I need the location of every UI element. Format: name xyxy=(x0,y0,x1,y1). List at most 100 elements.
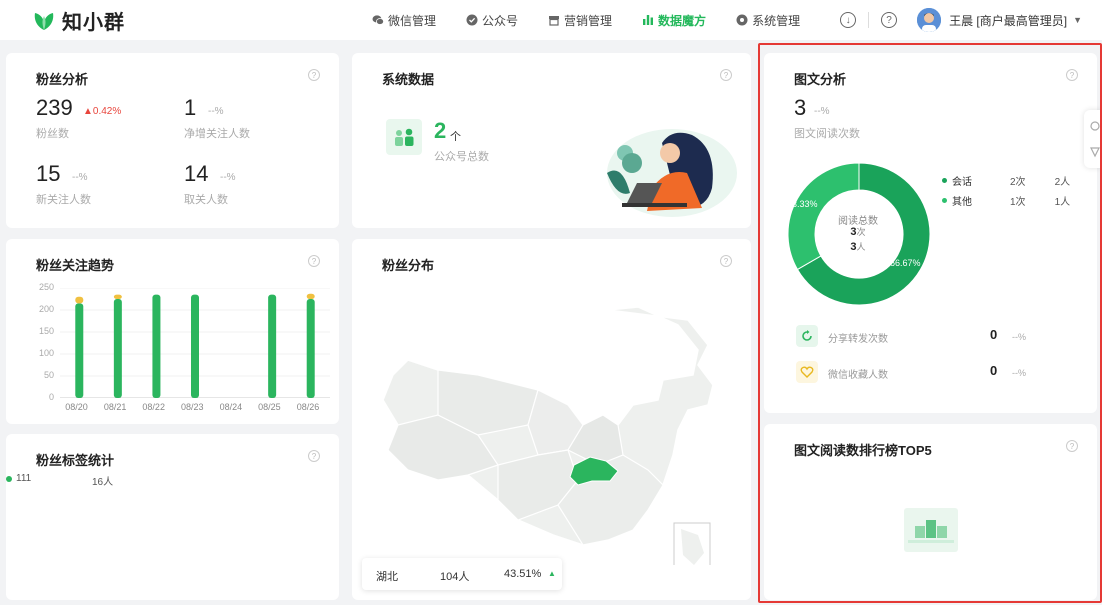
help-icon[interactable]: ? xyxy=(308,255,320,267)
trend-bar[interactable] xyxy=(306,293,315,299)
trend-bar[interactable] xyxy=(113,294,122,299)
new-follow-delta: --% xyxy=(72,172,88,183)
legend-item-other[interactable]: 其他 1次 1人 xyxy=(942,193,1070,208)
topbar-actions: ↓ ? 王晨 [商户最高管理员] ▼ xyxy=(840,6,1082,34)
help-icon[interactable]: ? xyxy=(881,12,898,28)
y-tick-label: 0 xyxy=(48,392,54,402)
help-icon[interactable]: ? xyxy=(1066,440,1078,452)
legend-item-session[interactable]: 会话 2次 2人 xyxy=(942,173,1070,188)
download-icon[interactable]: ↓ xyxy=(840,12,857,28)
article-analysis-card: 图文分析 ? 3 --% 图文阅读次数 阅读总数 3次 3人 33.33% 66… xyxy=(764,53,1097,413)
card-title: 粉丝标签统计 xyxy=(36,453,115,468)
x-tick-label: 08/22 xyxy=(142,402,165,412)
region-percent: 43.51% xyxy=(504,568,542,580)
divider xyxy=(868,12,870,28)
nav-label: 系统管理 xyxy=(752,13,801,28)
settings-icon xyxy=(736,14,748,26)
trend-bar[interactable] xyxy=(268,294,277,398)
trend-bar[interactable] xyxy=(191,294,199,398)
donut-label-other: 33.33% xyxy=(787,199,818,209)
y-tick-label: 100 xyxy=(38,348,54,358)
nav-label: 微信管理 xyxy=(388,13,437,28)
nav-data-cube[interactable]: 数据魔方 xyxy=(642,0,706,40)
x-tick-label: 08/21 xyxy=(103,402,127,412)
help-icon[interactable]: ? xyxy=(308,69,320,81)
favorite-label: 微信收藏人数 xyxy=(828,370,888,381)
share-delta: --% xyxy=(1012,332,1026,342)
leaf-logo-icon xyxy=(32,9,56,33)
accounts-icon xyxy=(386,119,422,155)
help-icon[interactable]: ? xyxy=(720,255,732,267)
help-icon[interactable]: ? xyxy=(308,450,320,462)
card-title: 图文分析 xyxy=(794,72,847,87)
tag-name: 111 xyxy=(16,473,32,484)
y-tick-label: 200 xyxy=(38,304,54,314)
avatar[interactable] xyxy=(917,8,942,32)
trend-bar[interactable] xyxy=(75,303,84,398)
trend-bar[interactable] xyxy=(75,296,84,304)
card-title: 系统数据 xyxy=(382,72,435,87)
top-bar: 知小群 微信管理 公众号 营销管理 数据魔方 系统管理 ↓ ? 王晨 [商户最高… xyxy=(0,0,1102,40)
legend-dot xyxy=(942,198,947,203)
china-map[interactable] xyxy=(378,305,718,565)
tag-count: 16人 xyxy=(92,477,114,488)
trend-bar-chart xyxy=(60,288,330,398)
side-float-panel[interactable] xyxy=(1084,110,1102,168)
x-tick-label: 08/23 xyxy=(181,402,204,412)
trend-bar[interactable] xyxy=(113,299,122,398)
region-tooltip: 湖北 104人 43.51% ▲ xyxy=(362,558,562,590)
nav-official-account[interactable]: 公众号 xyxy=(466,0,518,40)
favorite-value: 0 xyxy=(990,363,998,378)
wechat-icon xyxy=(372,15,384,25)
top5-card: 图文阅读数排行榜TOP5 ? xyxy=(764,424,1097,600)
trend-bar[interactable] xyxy=(306,299,315,398)
unfollow-label: 取关人数 xyxy=(184,194,228,206)
legend-times: 2次 xyxy=(1010,177,1026,188)
new-follow-label: 新关注人数 xyxy=(36,194,91,206)
share-icon xyxy=(796,325,818,347)
nav-label: 营销管理 xyxy=(564,13,613,28)
bar-chart-icon xyxy=(643,15,654,25)
nav-wechat[interactable]: 微信管理 xyxy=(372,0,436,40)
chevron-down-icon[interactable]: ▼ xyxy=(1073,15,1082,25)
unfollow-count: 14 xyxy=(184,161,209,186)
y-tick-label: 50 xyxy=(43,370,54,380)
account-count: 2 xyxy=(434,118,447,143)
fans-trend-card: 粉丝关注趋势 ? 250 200 150 100 50 0 08/20 08/21 08/22… xyxy=(6,239,339,424)
tag-dot xyxy=(6,476,12,482)
account-label: 公众号总数 xyxy=(434,151,489,163)
user-name[interactable]: 王晨 [商户最高管理员] xyxy=(949,12,1067,29)
app-name: 知小群 xyxy=(62,12,125,34)
share-value: 0 xyxy=(990,327,998,342)
fans-count: 239 xyxy=(36,95,73,120)
article-reads-label: 图文阅读次数 xyxy=(794,128,860,140)
new-follow-count: 15 xyxy=(36,161,61,186)
y-tick-label: 150 xyxy=(38,326,54,336)
fans-analysis-card: 粉丝分析 ? 239 ▲0.42% 粉丝数 1 --% 净增关注人数 15 --… xyxy=(6,53,339,228)
net-follow-label: 净增关注人数 xyxy=(184,128,250,140)
nav-label: 数据魔方 xyxy=(658,13,707,28)
x-tick-label: 08/25 xyxy=(258,402,281,412)
app-logo[interactable]: 知小群 xyxy=(32,6,125,35)
trend-bar[interactable] xyxy=(152,294,161,398)
woman-laptop-illustration xyxy=(607,129,737,217)
article-reads: 3 xyxy=(794,95,807,120)
account-unit: 个 xyxy=(450,131,461,143)
fans-label: 粉丝数 xyxy=(36,128,69,140)
fans-tags-card: 粉丝标签统计 ? 111 16人 xyxy=(6,434,339,600)
help-icon[interactable]: ? xyxy=(1066,69,1078,81)
net-follow-count: 1 xyxy=(184,95,197,120)
nav-marketing[interactable]: 营销管理 xyxy=(548,0,612,40)
fans-delta: ▲0.42% xyxy=(83,106,122,117)
net-follow-delta: --% xyxy=(208,106,224,117)
help-icon[interactable]: ? xyxy=(720,69,732,81)
card-title: 粉丝关注趋势 xyxy=(36,258,115,273)
card-title: 粉丝分析 xyxy=(36,72,89,87)
podium-empty-icon xyxy=(904,508,958,552)
nav-system[interactable]: 系统管理 xyxy=(736,0,800,40)
region-count: 104人 xyxy=(440,571,470,583)
main-nav: 微信管理 公众号 营销管理 数据魔方 系统管理 xyxy=(372,0,830,40)
heart-icon xyxy=(796,361,818,383)
nav-label: 公众号 xyxy=(482,13,519,28)
y-tick-label: 250 xyxy=(38,282,54,292)
